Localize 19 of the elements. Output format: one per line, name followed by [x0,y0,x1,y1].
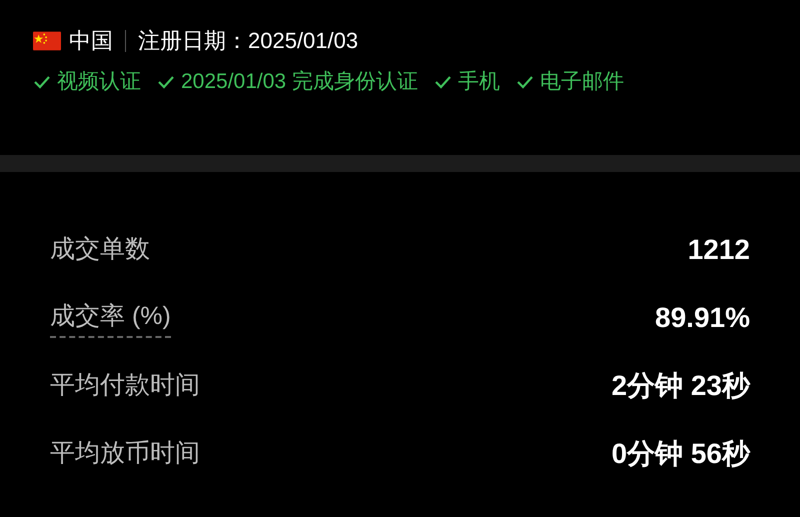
flag-icon [33,31,61,51]
check-icon [516,75,534,89]
stat-value: 89.91% [655,301,750,335]
stat-label: 平均放币时间 [50,438,200,470]
stat-label: 成交单数 [50,234,150,266]
registration-date: 注册日期：2025/01/03 [138,27,358,55]
stat-label: 成交率 (%) [50,298,171,338]
stat-value: 2分钟 23秒 [612,369,750,403]
stat-value: 1212 [688,233,750,267]
verification-label: 2025/01/03 完成身份认证 [181,69,418,95]
stat-label: 平均付款时间 [50,370,200,402]
check-icon [157,75,175,89]
verification-label: 电子邮件 [540,69,624,95]
verification-label: 手机 [458,69,500,95]
check-icon [33,75,51,89]
stat-value: 0分钟 56秒 [612,437,750,471]
verification-label: 视频认证 [57,69,141,95]
country-text: 中国 [69,27,113,55]
check-icon [434,75,452,89]
